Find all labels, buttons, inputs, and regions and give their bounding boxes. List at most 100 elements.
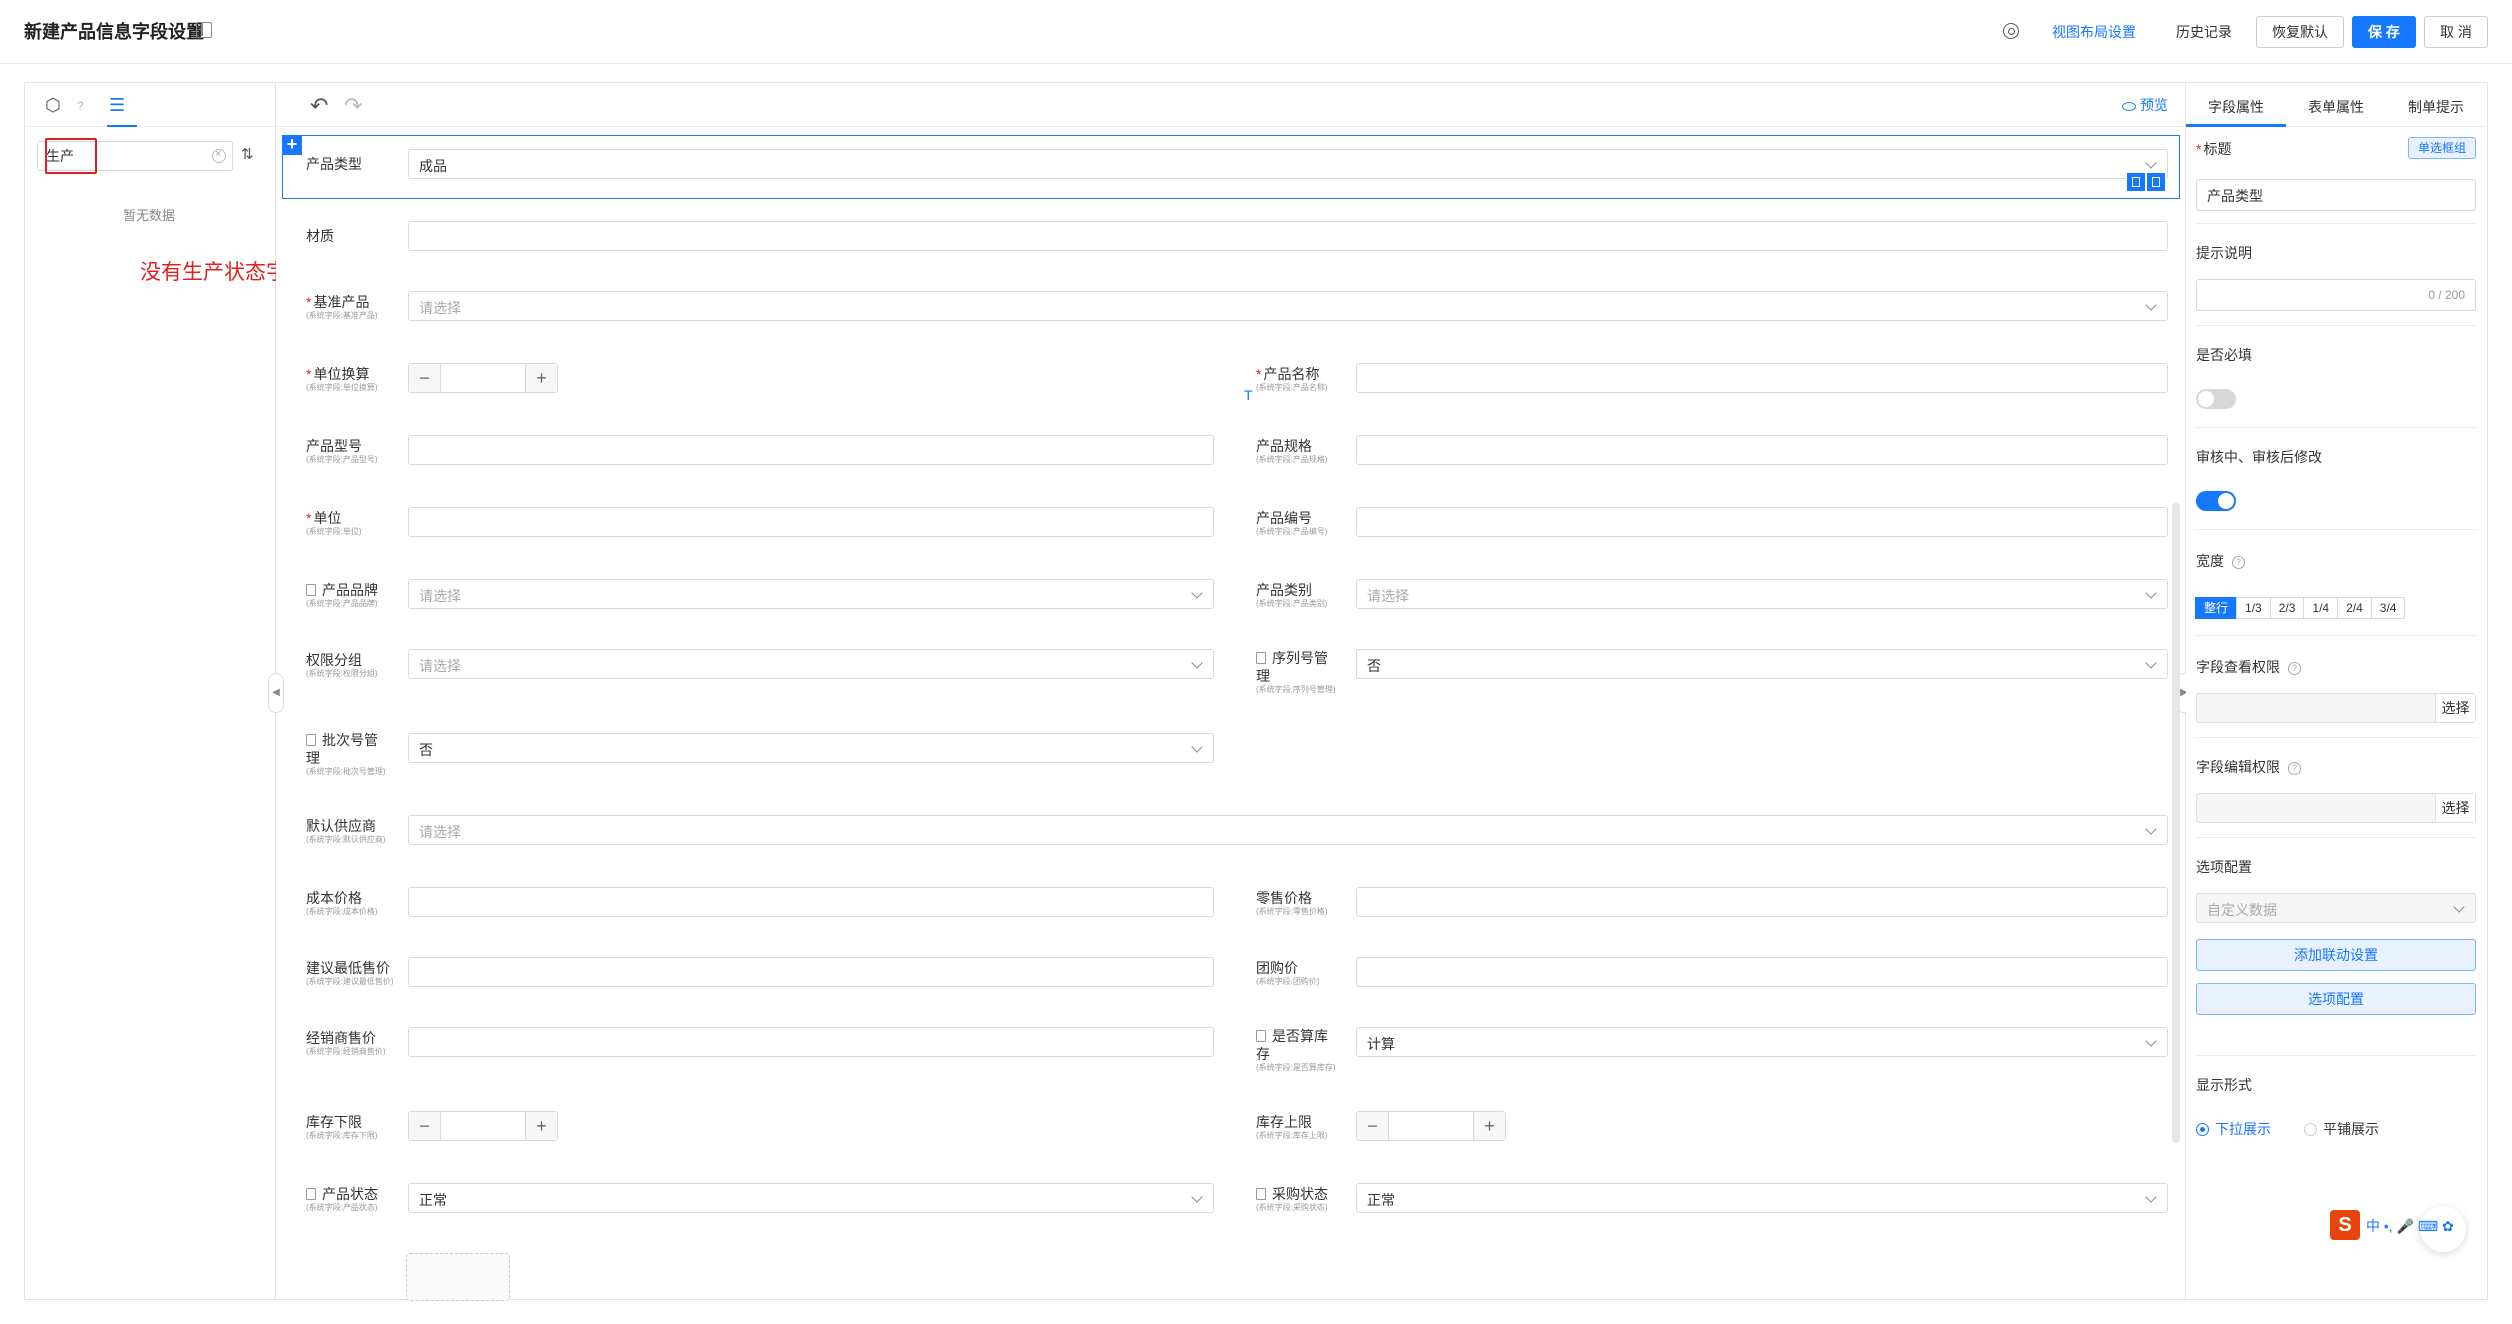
- decrement-button[interactable]: −: [1357, 1112, 1389, 1140]
- divider: [2196, 737, 2476, 738]
- lock-icon: [306, 584, 316, 596]
- min-price-input[interactable]: [408, 957, 1214, 987]
- layout-settings-link[interactable]: 视图布局设置: [2052, 22, 2136, 42]
- add-field-button[interactable]: +: [282, 135, 302, 155]
- stock-max-stepper[interactable]: − +: [1356, 1111, 1506, 1141]
- add-linkage-button[interactable]: 添加联动设置: [2196, 939, 2476, 971]
- unit-conversion-stepper[interactable]: − +: [408, 363, 558, 393]
- image-upload-placeholder[interactable]: [406, 1253, 510, 1301]
- top-bar: 新建产品信息字段设置 视图布局设置 历史记录 恢复默认 保 存 取 消: [0, 0, 2512, 64]
- view-settings-icon[interactable]: [2003, 23, 2019, 39]
- outline-tree-icon[interactable]: ☰: [109, 95, 125, 116]
- product-model-input[interactable]: [408, 435, 1214, 465]
- layout-icon[interactable]: [196, 22, 212, 38]
- product-type-select[interactable]: 成品: [408, 149, 2168, 179]
- select-placeholder: 请选择: [419, 658, 461, 674]
- perm-group-select[interactable]: 请选择: [408, 649, 1214, 679]
- stock-min-stepper[interactable]: − +: [408, 1111, 558, 1141]
- divider: [2196, 529, 2476, 530]
- restore-default-button[interactable]: 恢复默认: [2256, 16, 2344, 48]
- ime-mode-label[interactable]: 中: [2366, 1218, 2380, 1234]
- delete-field-button[interactable]: [2146, 172, 2166, 192]
- save-button[interactable]: 保 存: [2352, 16, 2416, 48]
- view-permission-field[interactable]: 选择: [2196, 693, 2476, 723]
- field-label: 产品类型: [306, 156, 362, 172]
- help-icon: ?: [2232, 556, 2245, 569]
- select-value: 计算: [1367, 1036, 1395, 1052]
- options-config-button[interactable]: 选项配置: [2196, 983, 2476, 1015]
- retail-price-input[interactable]: [1356, 887, 2168, 917]
- radio-group-tag[interactable]: 单选框组: [2408, 137, 2476, 159]
- preview-label: 预览: [2140, 97, 2168, 113]
- preview-button[interactable]: 预览: [2122, 95, 2168, 115]
- cost-price-input[interactable]: [408, 887, 1214, 917]
- display-tile-radio[interactable]: 平铺展示: [2304, 1119, 2379, 1139]
- edit-permission-field[interactable]: 选择: [2196, 793, 2476, 823]
- cancel-button[interactable]: 取 消: [2424, 16, 2488, 48]
- group-price-input[interactable]: [1356, 957, 2168, 987]
- form-canvas: ↶ ↷ 预览 + 产品类型 成品 材质 * 基准产品 (系统字段:基准产品) 请选…: [268, 82, 2192, 1301]
- ime-toolbar[interactable]: S中 •, 🎤 ⌨ ✿: [2330, 1210, 2454, 1240]
- width-option[interactable]: 1/3: [2236, 597, 2271, 619]
- product-name-input[interactable]: [1356, 363, 2168, 393]
- decrement-button[interactable]: −: [409, 1112, 441, 1140]
- product-spec-input[interactable]: [1356, 435, 2168, 465]
- width-option[interactable]: 3/4: [2370, 597, 2406, 619]
- product-code-input[interactable]: [1356, 507, 2168, 537]
- tab-form-properties[interactable]: 表单属性: [2286, 97, 2386, 117]
- category-select[interactable]: 请选择: [1356, 579, 2168, 609]
- width-option[interactable]: 整行: [2195, 597, 2238, 619]
- select-value: 成品: [419, 158, 447, 174]
- cube-icon[interactable]: ⬡: [45, 95, 61, 116]
- calc-stock-select[interactable]: 计算: [1356, 1027, 2168, 1057]
- toggle-knob: [2198, 391, 2214, 407]
- material-input[interactable]: [408, 221, 2168, 251]
- edit-permission-select-button[interactable]: 选择: [2435, 794, 2475, 822]
- title-input[interactable]: 产品类型: [2196, 179, 2476, 211]
- width-option[interactable]: 2/4: [2337, 597, 2372, 619]
- field-label-wrap: 存: [1256, 1046, 1270, 1062]
- width-option[interactable]: 1/4: [2303, 597, 2339, 619]
- copy-field-button[interactable]: [2126, 172, 2146, 192]
- hint-input[interactable]: 0 / 200: [2196, 279, 2476, 311]
- increment-button[interactable]: +: [525, 1112, 557, 1140]
- brand-select[interactable]: 请选择: [408, 579, 1214, 609]
- canvas-scrollbar[interactable]: [2172, 503, 2180, 1143]
- required-label: 是否必填: [2196, 347, 2252, 363]
- decrement-button[interactable]: −: [409, 364, 441, 392]
- dealer-price-input[interactable]: [408, 1027, 1214, 1057]
- serial-mgmt-select[interactable]: 否: [1356, 649, 2168, 679]
- view-permission-select-button[interactable]: 选择: [2435, 694, 2475, 722]
- tab-doc-tips[interactable]: 制单提示: [2386, 97, 2486, 117]
- clear-search-icon[interactable]: [212, 148, 226, 163]
- select-value: 正常: [1367, 1192, 1395, 1208]
- edit-after-review-label: 审核中、审核后修改: [2196, 449, 2322, 465]
- unit-input[interactable]: [408, 507, 1214, 537]
- chevron-down-icon: [2145, 157, 2157, 169]
- undo-icon[interactable]: ↶: [310, 93, 328, 119]
- display-dropdown-radio[interactable]: 下拉展示: [2196, 1119, 2271, 1139]
- divider: [2196, 427, 2476, 428]
- history-link[interactable]: 历史记录: [2176, 22, 2232, 42]
- product-status-select[interactable]: 正常: [408, 1183, 1214, 1213]
- width-option[interactable]: 2/3: [2269, 597, 2305, 619]
- edit-after-review-toggle[interactable]: [2196, 491, 2236, 511]
- increment-button[interactable]: +: [1473, 1112, 1505, 1140]
- sort-icon[interactable]: ⇅: [241, 145, 254, 163]
- left-panel-tabs: ⬡ ? ☰: [25, 83, 275, 127]
- chevron-down-icon: [1191, 741, 1203, 753]
- batch-mgmt-select[interactable]: 否: [408, 733, 1214, 763]
- width-segmented-control[interactable]: 整行 1/3 2/3 1/4 2/4 3/4: [2195, 597, 2406, 619]
- help-icon[interactable]: ?: [77, 99, 84, 113]
- tab-field-properties[interactable]: 字段属性: [2186, 97, 2286, 117]
- base-product-select[interactable]: 请选择: [408, 291, 2168, 321]
- increment-button[interactable]: +: [525, 364, 557, 392]
- data-source-select[interactable]: 自定义数据: [2196, 893, 2476, 923]
- select-placeholder: 请选择: [1367, 588, 1409, 604]
- field-label: 经销商售价: [306, 1030, 376, 1046]
- redo-icon[interactable]: ↷: [344, 93, 362, 119]
- required-toggle[interactable]: [2196, 389, 2236, 409]
- supplier-select[interactable]: 请选择: [408, 815, 2168, 845]
- collapse-left-icon[interactable]: ◀: [268, 673, 284, 713]
- purchase-status-select[interactable]: 正常: [1356, 1183, 2168, 1213]
